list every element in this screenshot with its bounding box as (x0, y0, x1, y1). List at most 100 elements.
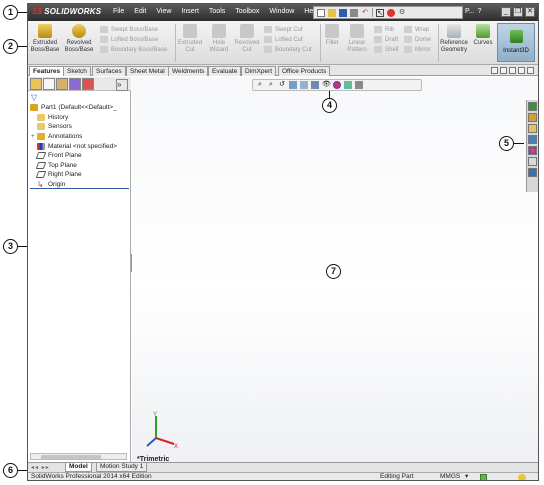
view-orientation-icon[interactable] (300, 81, 308, 89)
mirror-button[interactable]: Mirror (404, 46, 431, 53)
tab-sheet-metal[interactable]: Sheet Metal (126, 66, 169, 76)
boundary-cut-button[interactable]: Boundary Cut (264, 46, 312, 53)
tab-scroll-arrows-icon[interactable]: ◂◂ ▸▸ (31, 464, 50, 471)
menu-insert[interactable]: Insert (176, 8, 204, 15)
solidworks-resources-icon[interactable] (528, 102, 537, 111)
help-icon[interactable]: ? (478, 8, 482, 15)
hide-show-items-icon[interactable]: 👁 (322, 81, 331, 89)
tab-motion-study[interactable]: Motion Study 1 (96, 463, 148, 472)
design-library-icon[interactable] (528, 113, 537, 122)
tree-item-front-plane[interactable]: Front Plane (30, 151, 129, 161)
tab-dimxpert[interactable]: DimXpert (241, 66, 277, 76)
configurationmanager-tab-icon[interactable] (56, 77, 68, 90)
options-icon[interactable]: ⚙ (398, 9, 406, 17)
swept-boss-icon (100, 26, 108, 33)
reference-geometry-button[interactable]: Reference Geometry (439, 24, 469, 54)
dimxpertmanager-tab-icon[interactable] (69, 77, 81, 90)
zoom-to-fit-icon[interactable]: ⌕ (256, 81, 264, 89)
custom-properties-icon[interactable] (528, 157, 537, 166)
displaymanager-tab-icon[interactable] (82, 77, 94, 90)
appearances-icon[interactable] (528, 146, 537, 155)
extruded-boss-button[interactable]: Extruded Boss/Base (30, 24, 60, 54)
swept-boss-button[interactable]: Swept Boss/Base (100, 26, 167, 33)
tab-surfaces[interactable]: Surfaces (92, 66, 126, 76)
propertymanager-tab-icon[interactable] (43, 77, 55, 90)
tab-evaluate[interactable]: Evaluate (208, 66, 242, 76)
instant3d-button[interactable]: Instant3D (497, 23, 535, 62)
apply-scene-icon[interactable] (344, 81, 352, 89)
quick-tips-icon[interactable] (518, 474, 526, 480)
zoom-to-area-icon[interactable]: ⌕ (267, 81, 275, 89)
tile-view-icon[interactable] (491, 67, 498, 74)
tab-office-products[interactable]: Office Products (278, 66, 331, 76)
restore-button[interactable]: ❐ (513, 7, 523, 17)
rib-button[interactable]: Rib (374, 26, 398, 33)
menu-file[interactable]: File (108, 8, 129, 15)
open-folder-icon[interactable] (328, 8, 336, 17)
split-view-icon[interactable] (500, 67, 507, 74)
draft-button[interactable]: Draft (374, 36, 398, 43)
tree-item-history[interactable]: History (30, 113, 129, 123)
featuremanager-tab-icon[interactable] (30, 77, 42, 90)
curves-button[interactable]: Curves (471, 24, 495, 47)
tree-root-part[interactable]: Part1 (Default<<Default>_ (30, 103, 129, 113)
forum-icon[interactable] (528, 168, 537, 177)
select-arrow-icon[interactable]: ↖ (376, 8, 384, 17)
view-palette-icon[interactable] (528, 135, 537, 144)
tree-item-annotations[interactable]: + Annotations (30, 132, 129, 142)
hole-wizard-button[interactable]: Hole Wizard (206, 24, 232, 54)
tab-sketch[interactable]: Sketch (63, 66, 91, 76)
shell-button[interactable]: Shell (374, 46, 398, 53)
status-units[interactable]: MMGS (440, 473, 460, 480)
linear-pattern-button[interactable]: Linear Pattern (344, 24, 370, 54)
expand-panel-icon[interactable]: » (116, 79, 128, 91)
tab-features[interactable]: Features (29, 66, 65, 76)
tree-item-sensors[interactable]: Sensors (30, 122, 129, 132)
scrollbar-thumb[interactable] (41, 455, 101, 459)
tab-model[interactable]: Model (65, 463, 92, 472)
section-view-icon[interactable] (289, 81, 297, 89)
minimize-button[interactable]: _ (501, 7, 511, 17)
revolved-cut-button[interactable]: Revolved Cut (234, 24, 260, 54)
rebuild-icon[interactable] (387, 8, 395, 17)
shell-icon (374, 46, 382, 53)
revolved-boss-button[interactable]: Revolved Boss/Base (64, 24, 94, 54)
fillet-button[interactable]: Fillet (322, 24, 342, 47)
wrap-button[interactable]: Wrap (404, 26, 431, 33)
edit-appearance-icon[interactable] (333, 81, 341, 89)
previous-view-icon[interactable]: ↺ (278, 81, 286, 89)
menu-edit[interactable]: Edit (129, 8, 151, 15)
file-explorer-icon[interactable] (528, 124, 537, 133)
units-dropdown-icon[interactable]: ▾ (465, 473, 468, 480)
close-button[interactable]: ✕ (525, 7, 535, 17)
feature-tree-scrollbar[interactable] (30, 453, 127, 460)
menu-view[interactable]: View (151, 8, 176, 15)
lofted-cut-button[interactable]: Lofted Cut (264, 36, 312, 43)
display-style-icon[interactable] (311, 81, 319, 89)
menu-toolbox[interactable]: Toolbox (230, 8, 264, 15)
tree-item-origin[interactable]: ↳ Origin (30, 180, 129, 190)
new-document-icon[interactable] (317, 8, 325, 17)
search-box[interactable]: P... (465, 8, 475, 15)
panel-restore-icon[interactable] (518, 67, 525, 74)
filter-icon[interactable]: ▽ (31, 93, 37, 102)
tree-item-top-plane[interactable]: Top Plane (30, 161, 129, 171)
wrap-icon (404, 26, 412, 33)
save-icon[interactable] (339, 8, 347, 17)
lofted-boss-button[interactable]: Lofted Boss/Base (100, 36, 167, 43)
swept-cut-button[interactable]: Swept Cut (264, 26, 312, 33)
rebuild-status-icon[interactable] (480, 474, 487, 480)
boundary-boss-button[interactable]: Boundary Boss/Base (100, 46, 167, 53)
dome-button[interactable]: Dome (404, 36, 431, 43)
menu-window[interactable]: Window (264, 8, 299, 15)
undo-icon[interactable]: ↶ (361, 9, 369, 17)
tree-item-right-plane[interactable]: Right Plane (30, 170, 129, 180)
tab-weldments[interactable]: Weldments (168, 66, 209, 76)
print-icon[interactable] (350, 8, 358, 17)
extruded-cut-button[interactable]: Extruded Cut (177, 24, 203, 54)
panel-minimize-icon[interactable] (509, 67, 516, 74)
view-settings-icon[interactable] (355, 81, 363, 89)
tree-item-material[interactable]: Material <not specified> (30, 141, 129, 151)
menu-tools[interactable]: Tools (204, 8, 230, 15)
panel-close-icon[interactable] (527, 67, 534, 74)
